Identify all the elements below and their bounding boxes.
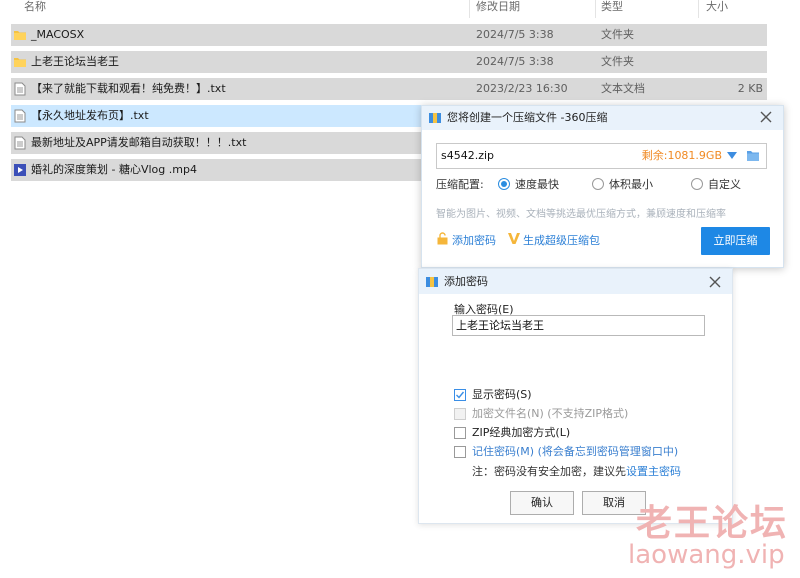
remember-password-label[interactable]: 记住密码(M) (将会备忘到密码管理窗口中) <box>472 445 678 459</box>
encrypt-filename-label: 加密文件名(N) (不支持ZIP格式) <box>472 407 629 420</box>
zip-app-icon <box>426 277 438 287</box>
password-dialog-titlebar[interactable]: 添加密码 <box>419 269 732 294</box>
encrypt-filename-checkbox <box>454 408 466 420</box>
close-icon[interactable] <box>757 108 775 126</box>
file-row[interactable]: 上老王论坛当老王 2024/7/5 3:38 文件夹 <box>11 51 767 73</box>
file-row[interactable]: _MACOSX 2024/7/5 3:38 文件夹 <box>11 24 767 46</box>
close-icon[interactable] <box>706 273 724 291</box>
column-header: 名称 修改日期 类型 大小 <box>0 0 770 18</box>
super-package-link[interactable]: 生成超级压缩包 <box>523 234 600 248</box>
compress-dialog-title: 您将创建一个压缩文件 -360压缩 <box>447 111 608 124</box>
column-type-header[interactable]: 类型 <box>601 0 623 14</box>
compress-now-button[interactable]: 立即压缩 <box>701 227 770 255</box>
file-name: 【来了就能下载和观看！纯免费！】.txt <box>31 82 226 95</box>
folder-browse-icon[interactable] <box>746 149 760 162</box>
file-type: 文件夹 <box>601 28 634 41</box>
column-name-header[interactable]: 名称 <box>24 0 46 14</box>
vip-v-icon <box>508 233 520 244</box>
zip-classic-checkbox[interactable] <box>454 427 466 439</box>
folder-icon <box>14 31 26 40</box>
radio-size[interactable] <box>592 178 604 190</box>
watermark-chinese: 老王论坛 <box>636 503 789 544</box>
checkmark-icon <box>456 391 465 399</box>
option-custom-label[interactable]: 自定义 <box>708 178 741 192</box>
column-divider[interactable] <box>595 0 596 18</box>
file-date: 2024/7/5 3:38 <box>476 55 554 68</box>
option-speed-label[interactable]: 速度最快 <box>515 178 559 192</box>
watermark-url: laowang.vip <box>628 540 785 570</box>
show-password-checkbox[interactable] <box>454 389 466 401</box>
compress-dialog: 您将创建一个压缩文件 -360压缩 s4542.zip 剩余:1081.9GB … <box>421 105 784 268</box>
password-input[interactable]: 上老王论坛当老王 <box>452 315 705 336</box>
security-note-text: 注：密码没有安全加密，建议先 <box>472 465 626 478</box>
show-password-label[interactable]: 显示密码(S) <box>472 388 532 402</box>
chevron-down-icon[interactable] <box>727 152 737 160</box>
zip-app-icon <box>429 113 441 123</box>
remaining-space: 剩余:1081.9GB <box>641 149 722 162</box>
radio-speed[interactable] <box>498 178 510 190</box>
confirm-button[interactable]: 确认 <box>510 491 574 515</box>
set-master-password-link[interactable]: 设置主密码 <box>626 465 681 478</box>
text-file-icon <box>14 82 26 96</box>
compress-dialog-titlebar[interactable]: 您将创建一个压缩文件 -360压缩 <box>422 106 783 130</box>
folder-icon <box>14 58 26 67</box>
security-note: 注：密码没有安全加密，建议先设置主密码 <box>472 465 681 479</box>
video-file-icon <box>14 164 26 176</box>
zip-filename-field[interactable]: s4542.zip 剩余:1081.9GB <box>436 143 767 169</box>
option-size-label[interactable]: 体积最小 <box>609 178 653 192</box>
config-label: 压缩配置: <box>436 178 484 191</box>
file-name: _MACOSX <box>31 28 85 41</box>
column-divider[interactable] <box>469 0 470 18</box>
file-name: 上老王论坛当老王 <box>31 55 119 68</box>
radio-custom[interactable] <box>691 178 703 190</box>
add-password-link[interactable]: 添加密码 <box>452 234 496 248</box>
file-date: 2024/7/5 3:38 <box>476 28 554 41</box>
column-size-header[interactable]: 大小 <box>706 0 728 14</box>
compress-tip: 智能为图片、视频、文档等挑选最优压缩方式，兼顾速度和压缩率 <box>436 209 726 220</box>
password-dialog-title: 添加密码 <box>444 275 488 288</box>
file-type: 文本文档 <box>601 82 645 95</box>
file-name: 婚礼的深度策划 - 糖心Vlog .mp4 <box>31 163 197 176</box>
file-type: 文件夹 <box>601 55 634 68</box>
lock-icon[interactable] <box>436 232 449 245</box>
text-file-icon <box>14 136 26 150</box>
remember-password-checkbox[interactable] <box>454 446 466 458</box>
file-name: 【永久地址发布页】.txt <box>31 109 149 122</box>
column-divider[interactable] <box>698 0 699 18</box>
column-date-header[interactable]: 修改日期 <box>476 0 520 14</box>
file-name: 最新地址及APP请发邮箱自动获取！！！.txt <box>31 136 247 149</box>
add-password-dialog: 添加密码 输入密码(E) 上老王论坛当老王 显示密码(S) 加密文件名(N) (… <box>418 268 733 524</box>
file-size: 2 KB <box>737 82 763 95</box>
file-date: 2023/2/23 16:30 <box>476 82 568 95</box>
text-file-icon <box>14 109 26 123</box>
zip-filename: s4542.zip <box>441 149 495 162</box>
file-row[interactable]: 【来了就能下载和观看！纯免费！】.txt 2023/2/23 16:30 文本文… <box>11 78 767 100</box>
zip-classic-label[interactable]: ZIP经典加密方式(L) <box>472 426 570 440</box>
